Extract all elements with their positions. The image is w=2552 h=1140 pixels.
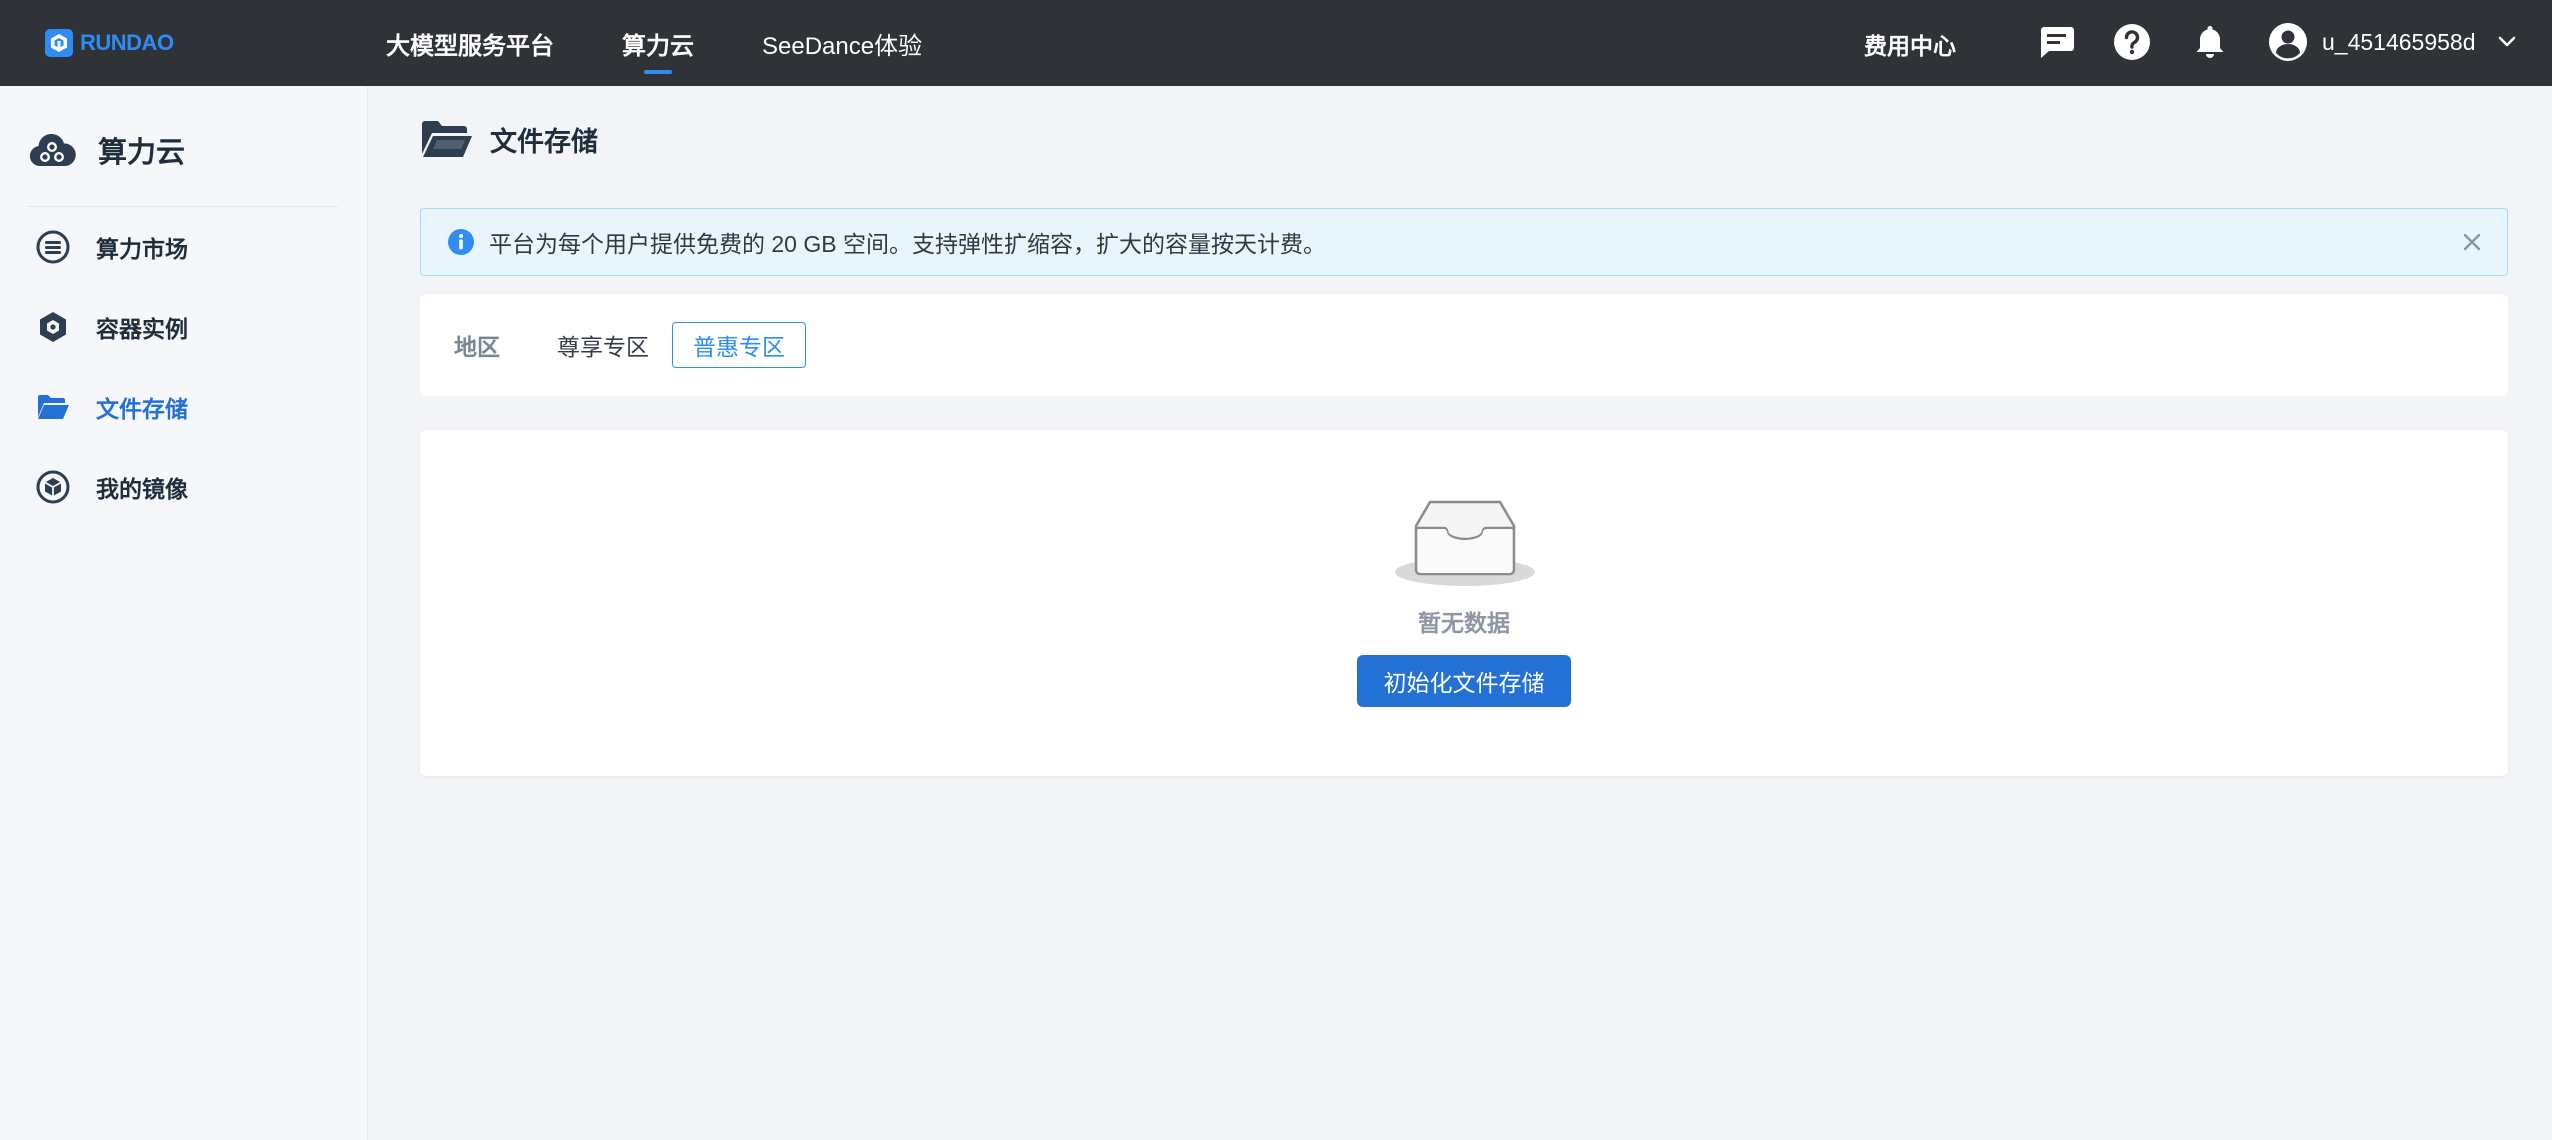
help-icon[interactable]	[2112, 22, 2152, 62]
nav-item-compute-cloud[interactable]: 算力云	[622, 0, 694, 86]
sidebar-item-label: 算力市场	[96, 236, 188, 262]
notice-text: 平台为每个用户提供免费的 20 GB 空间。支持弹性扩缩容，扩大的容量按天计费。	[489, 231, 1326, 257]
sidebar-item-label: 我的镜像	[96, 476, 188, 502]
sidebar-item-label: 文件存储	[96, 396, 188, 422]
sidebar-item-container-instance[interactable]: 容器实例	[36, 307, 188, 347]
empty-inbox-icon	[1395, 500, 1535, 586]
page-header: 文件存储	[420, 114, 598, 164]
sidebar-divider	[28, 206, 338, 207]
region-label: 地区	[454, 334, 500, 360]
fee-center-link[interactable]: 费用中心	[1864, 27, 1984, 61]
info-icon	[448, 229, 474, 255]
folder-open-icon	[422, 121, 472, 157]
sidebar-item-my-images[interactable]: 我的镜像	[36, 467, 188, 507]
sidebar-title: 算力云	[98, 137, 186, 169]
user-avatar-icon	[2269, 23, 2307, 61]
chevron-down-icon	[2498, 36, 2515, 47]
main-nav: 大模型服务平台 算力云 SeeDance体验	[386, 0, 990, 86]
storage-list-card: 暂无数据 初始化文件存储	[420, 430, 2508, 776]
bell-icon[interactable]	[2190, 22, 2230, 62]
image-box-icon	[36, 470, 70, 504]
nav-item-llm-platform[interactable]: 大模型服务平台	[386, 0, 554, 86]
close-icon[interactable]	[2457, 227, 2487, 257]
brand-name: RUNDAO	[80, 30, 174, 55]
username: u_451465958d	[2322, 28, 2476, 55]
init-file-storage-button[interactable]: 初始化文件存储	[1357, 655, 1571, 707]
brand-logo[interactable]: RUNDAO	[44, 27, 174, 59]
top-navbar: RUNDAO 大模型服务平台 算力云 SeeDance体验 费用中心 u_451…	[0, 0, 2552, 86]
folder-icon	[38, 395, 69, 419]
nav-item-seedance[interactable]: SeeDance体验	[762, 0, 922, 86]
user-menu[interactable]: u_451465958d	[2268, 20, 2516, 64]
sidebar-item-label: 容器实例	[96, 316, 188, 342]
container-icon	[40, 312, 66, 342]
sidebar-header: 算力云	[28, 126, 185, 174]
info-notice: 平台为每个用户提供免费的 20 GB 空间。支持弹性扩缩容，扩大的容量按天计费。	[420, 208, 2508, 276]
market-icon	[36, 230, 70, 264]
message-icon[interactable]	[2036, 22, 2076, 62]
empty-state-text: 暂无数据	[1418, 610, 1510, 636]
zone-tab-premium[interactable]: 尊享专区	[556, 322, 670, 368]
page-title: 文件存储	[490, 126, 598, 157]
zone-tab-standard[interactable]: 普惠专区	[672, 322, 806, 368]
sidebar-item-file-storage[interactable]: 文件存储	[36, 387, 188, 427]
sidebar: 算力云 算力市场 容器实例 文件存储 我的镜像	[0, 86, 368, 1140]
cloud-cluster-icon	[29, 133, 76, 167]
region-filter-card: 地区 尊享专区 普惠专区	[420, 294, 2508, 396]
rundao-logo-icon	[45, 29, 73, 57]
sidebar-item-compute-market[interactable]: 算力市场	[36, 227, 188, 267]
